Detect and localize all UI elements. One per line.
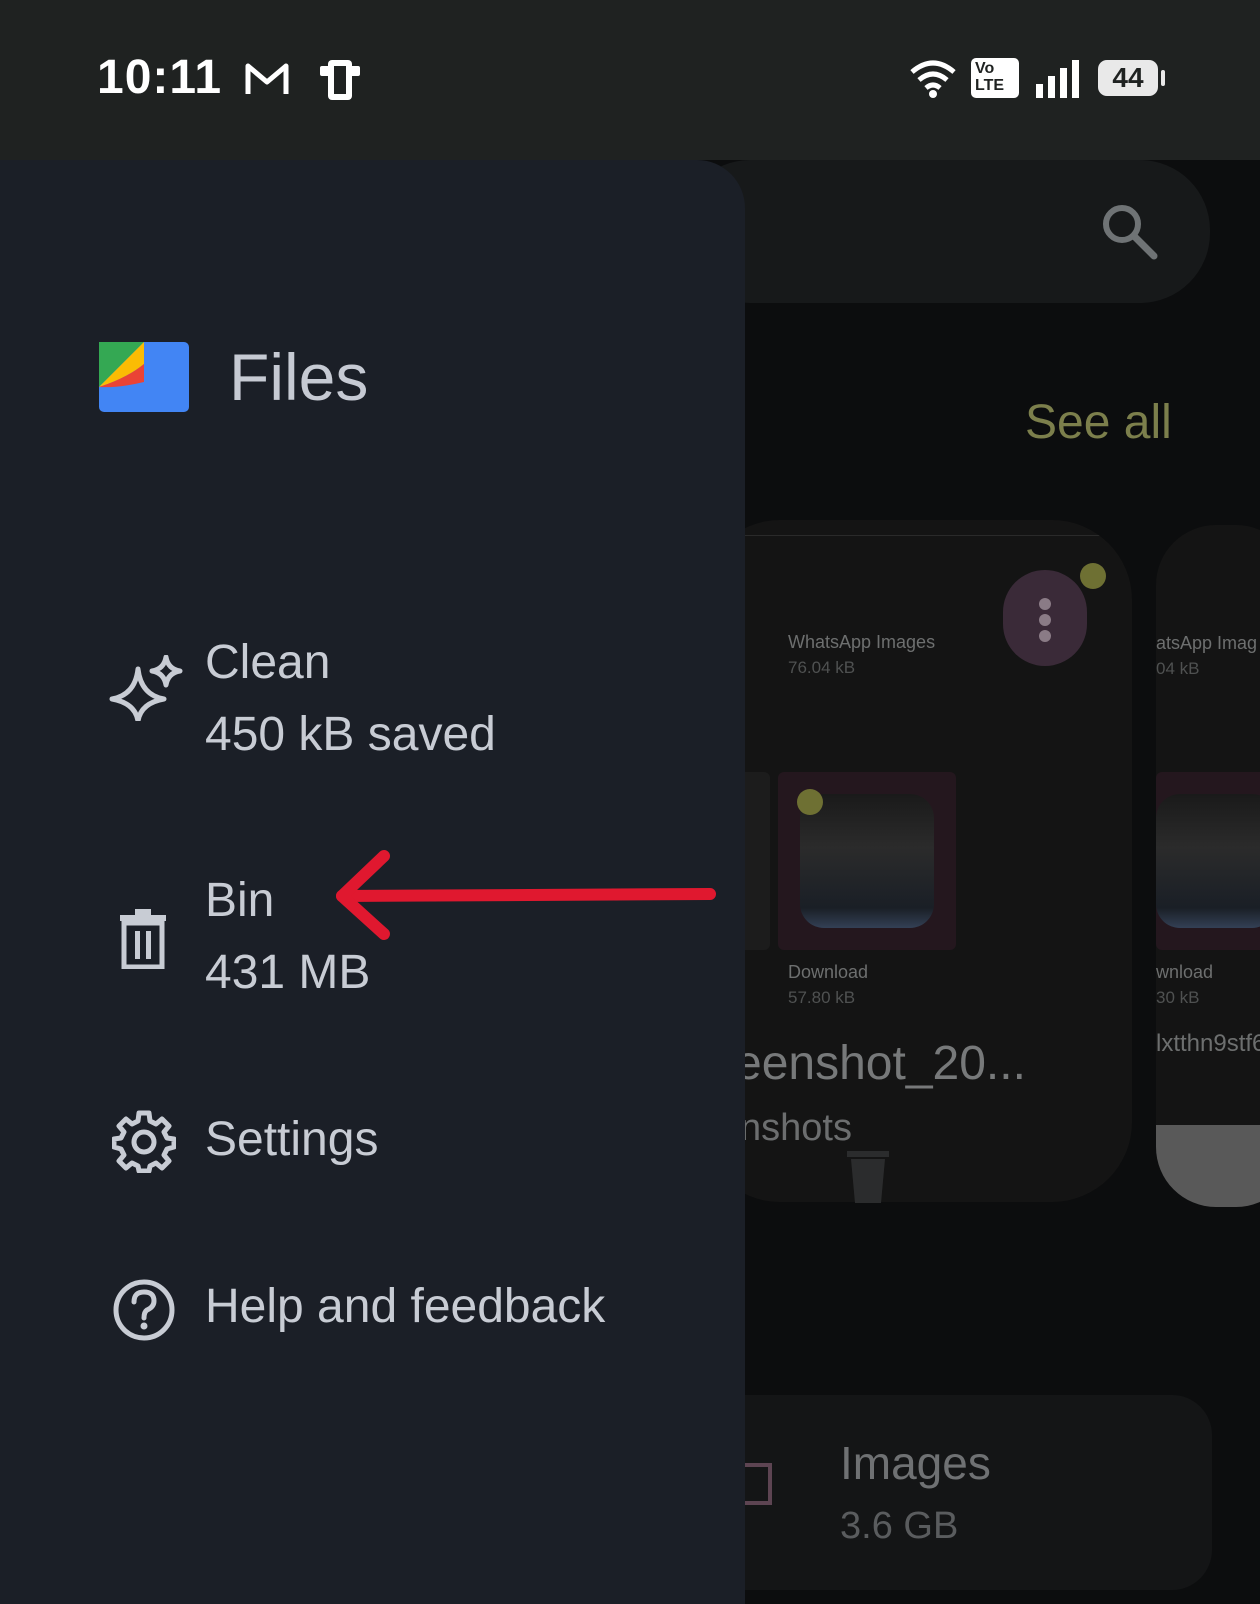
images-size: 3.6 GB	[840, 1505, 959, 1547]
card-download-label: Download	[788, 962, 869, 982]
nav-item-bin-sub: 431 MB	[205, 946, 371, 999]
volte-line1: Vo	[975, 60, 995, 77]
card2-download-size: 30 kB	[1156, 988, 1200, 1007]
search-bar[interactable]	[680, 160, 1210, 303]
see-all-link[interactable]: See all	[1025, 395, 1172, 450]
annotation-arrow-icon	[336, 850, 716, 940]
delete-icon[interactable]	[845, 1145, 891, 1205]
card2-thumbnail-photo	[1156, 794, 1260, 928]
images-category-tile[interactable]	[700, 1395, 1212, 1590]
signal-icon	[1036, 60, 1079, 98]
volte-line2: LTE	[975, 77, 1005, 94]
check-icon	[1080, 563, 1106, 589]
volte-icon: Vo LTE	[971, 58, 1019, 98]
thumbnail-photo	[800, 794, 934, 928]
card-file-name: eenshot_20...	[735, 1037, 1026, 1090]
nav-item-clean-sub: 450 kB saved	[205, 708, 496, 761]
nav-item-settings[interactable]: Settings	[0, 1108, 745, 1178]
card-folder-name: nshots	[740, 1107, 852, 1149]
sparkle-icon	[109, 655, 183, 721]
card-folder-right-size: 76.04 kB	[788, 658, 856, 677]
card-divider	[700, 535, 1132, 536]
nav-item-settings-label: Settings	[205, 1113, 379, 1166]
card2-file-name: lxtthn9stf6	[1156, 1030, 1260, 1057]
device-icon	[320, 60, 360, 100]
gear-icon	[112, 1110, 176, 1173]
help-icon	[113, 1279, 175, 1341]
trash-icon	[120, 909, 166, 969]
nav-item-clean[interactable]: Clean 450 kB saved	[0, 625, 745, 765]
card2-download: wnload	[1156, 962, 1214, 982]
status-time: 10:11	[97, 51, 223, 104]
nav-item-help[interactable]: Help and feedback	[0, 1275, 745, 1345]
battery-nub	[1161, 70, 1165, 86]
files-logo-icon	[99, 342, 189, 412]
wifi-icon	[910, 60, 956, 98]
nav-item-clean-label: Clean	[205, 636, 331, 689]
card2-thumbnail	[1156, 772, 1260, 950]
card-download-size: 57.80 kB	[788, 988, 856, 1007]
recent-file-card-2[interactable]: atsApp Imag 04 kB wnload 30 kB lxtthn9st…	[1156, 525, 1260, 1207]
nav-item-help-label: Help and feedback	[205, 1280, 606, 1333]
battery-icon: 44	[1098, 60, 1158, 96]
card2-size: 04 kB	[1156, 659, 1200, 678]
card-folder-right: WhatsApp Images	[788, 632, 936, 652]
nav-item-bin-label: Bin	[205, 874, 275, 927]
card2-preview	[1156, 1125, 1260, 1207]
more-options-button[interactable]	[1003, 570, 1087, 666]
images-title: Images	[840, 1437, 991, 1489]
card2-folder: atsApp Imag	[1156, 633, 1258, 653]
status-bar: 10:11 Vo LTE 44	[0, 0, 1260, 160]
gmail-icon	[245, 63, 289, 94]
app-name: Files	[229, 340, 369, 414]
search-icon[interactable]	[1100, 202, 1158, 260]
check-icon	[797, 789, 823, 815]
